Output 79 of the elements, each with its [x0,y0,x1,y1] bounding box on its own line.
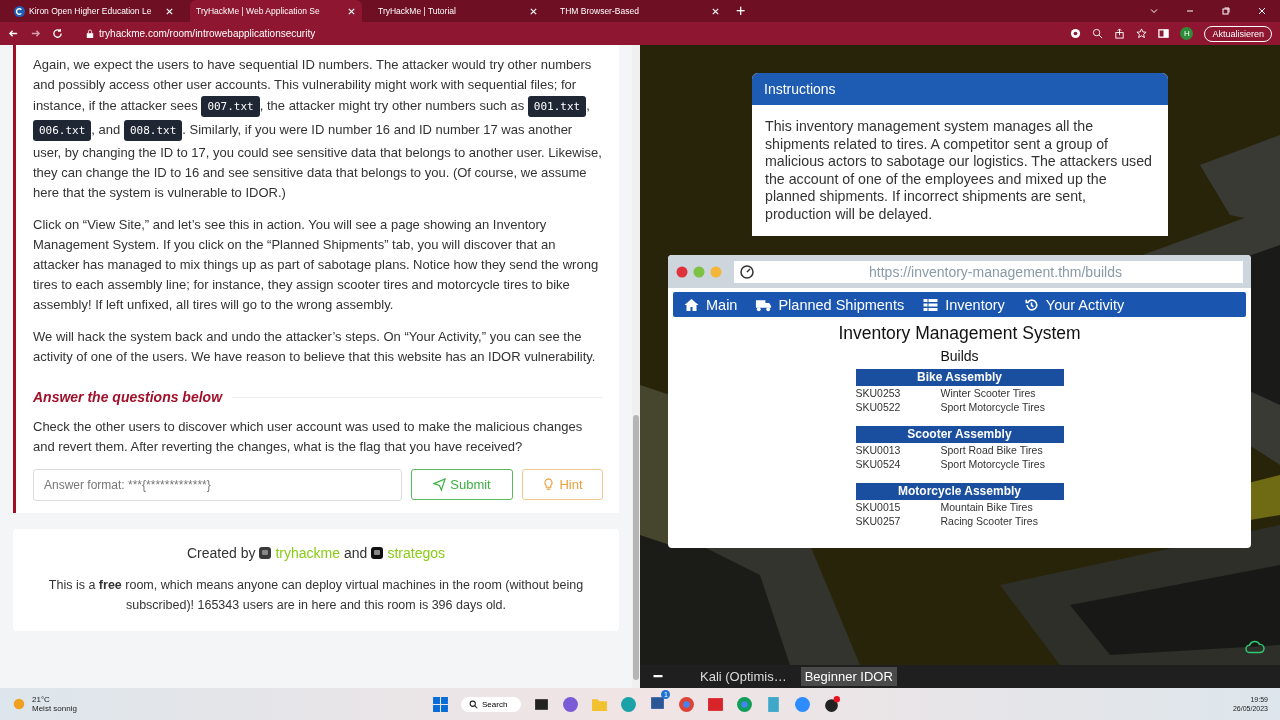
close-icon[interactable] [1257,6,1267,16]
table-header: Motorcycle Assembly [855,483,1064,500]
close-icon[interactable] [165,6,174,16]
instructions-header: Instructions [752,73,1168,105]
inline-code: 007.txt [201,96,260,117]
restore-icon[interactable] [1221,6,1231,16]
back-icon[interactable] [8,28,19,39]
lock-icon[interactable] [86,28,94,39]
reload-icon[interactable] [52,28,63,39]
search-field[interactable]: Search [461,696,522,712]
nav-link[interactable]: Planned Shipments [749,292,911,317]
profile-avatar[interactable]: H [1180,27,1194,40]
weather-label: Meist sonnig [32,704,77,713]
zoom-icon[interactable] [1092,28,1104,39]
new-tab-button[interactable]: + [736,2,746,20]
author-avatar-icon [259,547,272,559]
table-cell-text: SKU0257 [855,514,902,528]
search-icon [469,699,478,709]
history-icon [1022,297,1040,312]
browser-tab[interactable]: Kiron Open Higher Education Le [8,0,180,22]
table-cell-text: SKU0253 [855,386,902,400]
sun-icon [12,697,26,711]
table-cell-text: SKU0524 [855,457,902,471]
inline-code: 001.txt [527,96,587,117]
table-header: Bike Assembly [855,369,1064,386]
credits-label: Created by [187,545,256,561]
close-icon[interactable] [711,6,720,16]
compass-icon [740,264,754,279]
table-cell: Sport Motorcycle Tires [940,400,1045,414]
sidebar-icon[interactable] [1158,28,1170,39]
send-icon [433,478,447,491]
instructions-text: This inventory management system manages all the shipments related to tires. A competitor sent a group of malicious actors to sabotage our logistics. The attackers used the account of one of the employees and mixed up the planned shipments. If incorrect shipments are sent, production will be delayed. [764,117,1153,224]
table-cell: Racing Scooter Tires [940,514,1038,528]
list-icon [922,297,940,312]
share-icon[interactable] [1114,28,1126,39]
table-cell-text: SKU0013 [855,443,902,457]
question-text: Check the other users to discover which user account was used to make the malicious changes and revert them. After reverting the changes, what is the flag that you have received? [33,418,584,456]
browser-tab[interactable]: TryHackMe | Web Application Se [190,0,362,22]
scrollbar[interactable] [632,45,640,688]
address-bar[interactable]: tryhackme.com/room/introwebapplicationsecurity [99,28,316,39]
lightbulb-icon [542,478,556,491]
site-title: Inventory Management System [837,323,1082,344]
window-tab[interactable]: Kali (Optimis… [696,667,791,686]
paragraph: Click on “View Site,” and let’s see this in action. You will see a page showing an Inventory Management System. If you click on the “Planned Shipments” tab, you will discover that an attacker has managed to mix things up as part of sabotage plans. Notice how they send the wrong tires to each assembly line; for instance, they assign scooter tires and motorcycle tires to bike assembly! If left unfixed, all tires will go to the wrong assembly. [33,216,600,314]
window-controls-icon [676,265,722,278]
table-cell: Winter Scooter Tires [940,386,1036,400]
section-heading: Answer the questions below [33,389,223,405]
nav-link[interactable]: Your Activity [1016,292,1131,317]
site-icon [14,5,25,17]
forward-icon[interactable] [30,28,41,39]
minimize-icon[interactable] [652,675,664,678]
inline-code: 008.txt [123,120,183,141]
window-tab[interactable]: Beginner IDOR [800,667,897,686]
section-title: Builds [939,348,980,364]
table-header: Scooter Assembly [855,426,1064,443]
author-avatar-icon [371,547,384,559]
table-cell: Mountain Bike Tires [940,500,1033,514]
room-note: This is a free room, which means anyone can deploy virtual machines in the room (without being subscribed)! 165343 users are in here and this room is 396 days old. [47,577,585,614]
table-cell: Sport Road Bike Tires [940,443,1043,457]
close-icon[interactable] [347,6,356,16]
inline-code: 006.txt [33,120,92,141]
temperature-label: 21°C [32,695,51,704]
truck-icon [755,297,773,312]
home-icon [683,297,700,312]
answer-field[interactable]: Answer format: ***{*************} [33,469,402,501]
table-cell-text: SKU0015 [855,500,902,514]
start-icon[interactable] [432,695,449,713]
nav-link[interactable]: Main [677,292,744,317]
paragraph: We will hack the system back and undo the attacker’s steps. On “Your Activity,” you can see the activity of one of the users. We have reason to believe that this website has an IDOR vulnerability. [33,328,597,366]
table-cell: Sport Motorcycle Tires [940,457,1045,471]
close-icon[interactable] [529,6,538,16]
paragraph: Again, we expect the users to have sequential ID numbers. The attacker would try other numbers and possibly access other user accounts. This vulnerability might work with sequential files; for instance, if the attacker sees 007.txt , the attacker might try other numbers such as 001.txt , 006.txt , and 008.txt . Similarly, if you were ID number 16 and ID number 17 was another user, by changing the ID to 17, you could see sensitive data that belongs to another user. Likewise, they can change the ID to 16 and see sensitive data that belongs to you. (Of course, we assume here that the system is vulnerable to IDOR.) [33,56,603,202]
chevron-icon[interactable] [1149,6,1159,16]
browser-tab[interactable]: TryHackMe | Tutorial [372,0,544,22]
nav-link[interactable]: Inventory [916,292,1011,317]
star-icon[interactable] [1136,28,1148,39]
browser-tab[interactable]: THM Browser-Based [554,0,726,22]
credits-joiner: and [344,545,368,561]
table-cell-text: SKU0522 [855,400,902,414]
